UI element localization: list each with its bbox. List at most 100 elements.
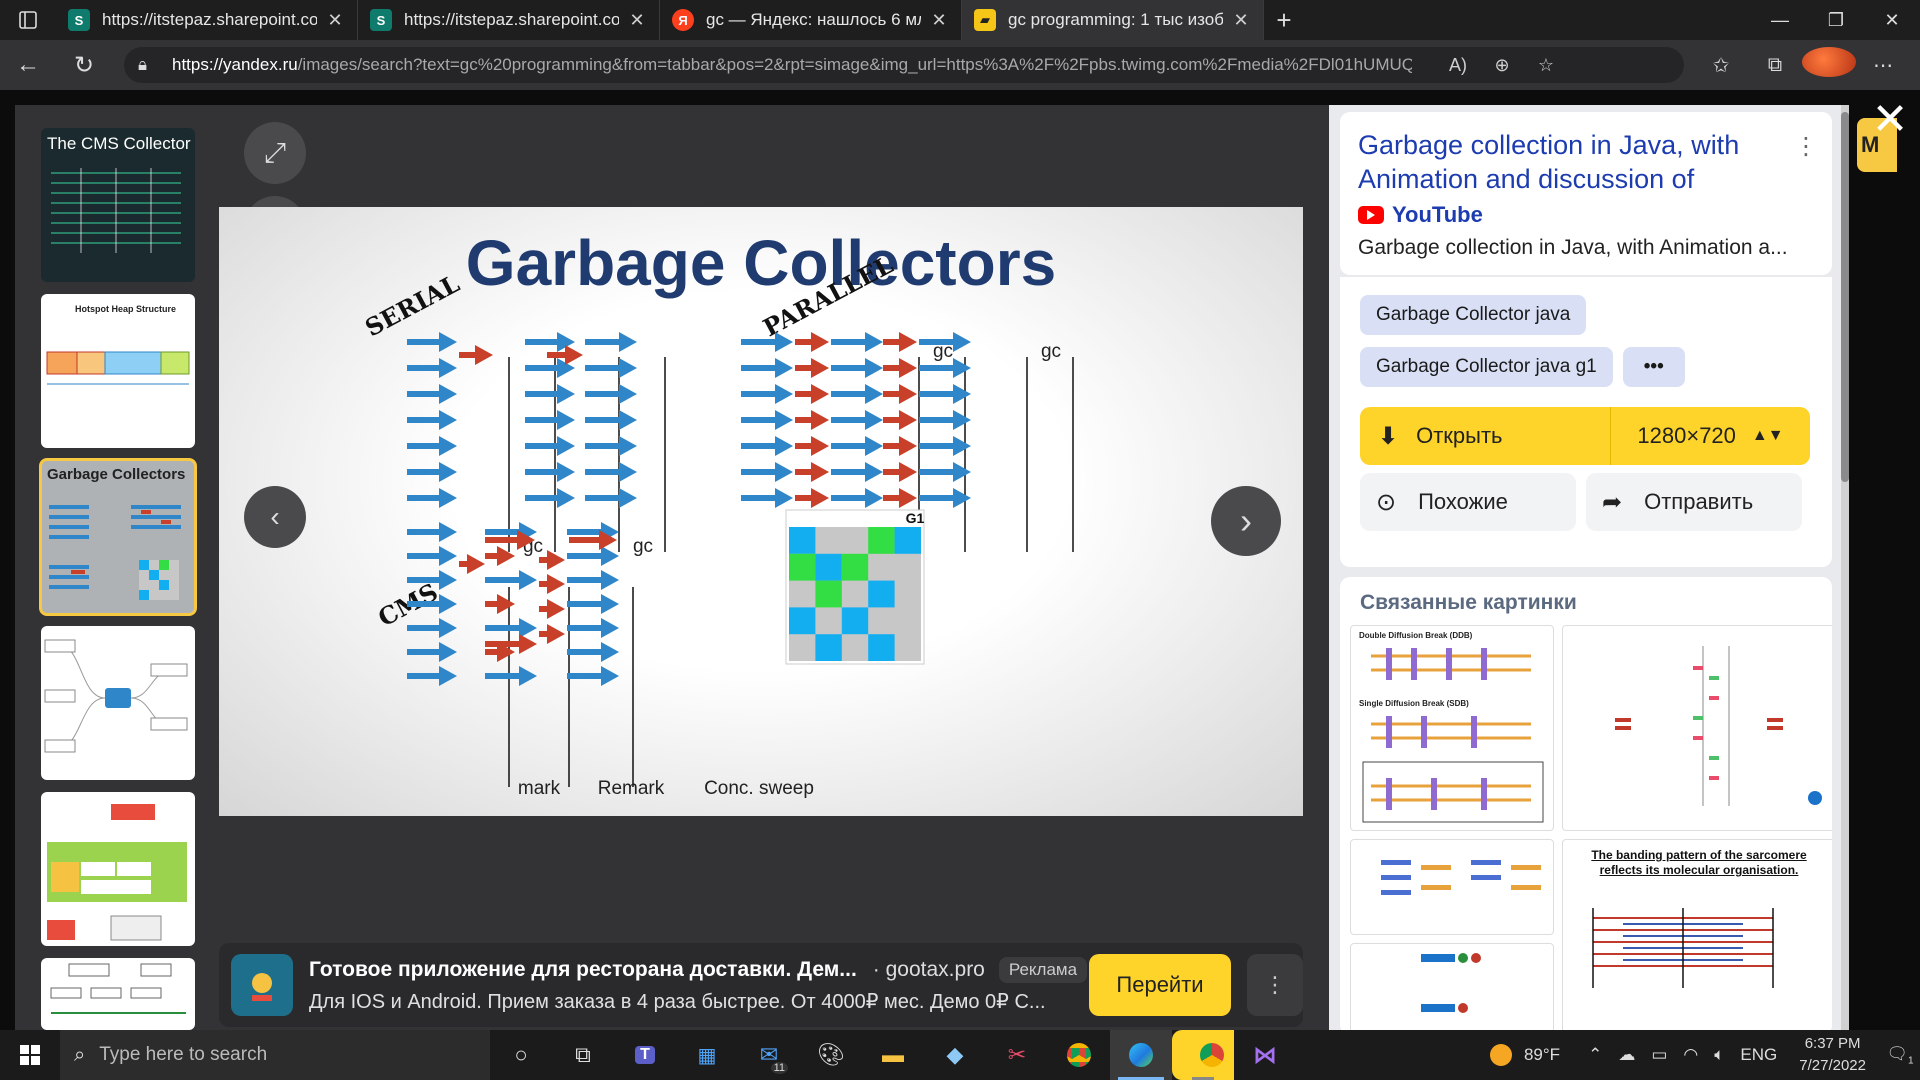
gc-thread-arrow bbox=[539, 624, 565, 644]
open-button[interactable]: ⬇ Открыть bbox=[1360, 407, 1610, 465]
similar-button[interactable]: ⊙ Похожие bbox=[1360, 473, 1576, 531]
diagram-title: Garbage Collectors bbox=[466, 227, 1056, 299]
mail-icon[interactable]: ✉ 11 bbox=[738, 1030, 800, 1080]
related-image[interactable]: The banding pattern of the sarcomere ref… bbox=[1562, 839, 1832, 1033]
chrome-profile-icon[interactable] bbox=[1172, 1030, 1234, 1080]
thumbnail[interactable] bbox=[41, 958, 195, 1030]
next-image-button[interactable]: › bbox=[1211, 486, 1281, 556]
wifi-icon[interactable]: ◠ bbox=[1683, 1045, 1698, 1065]
ad-go-button[interactable]: Перейти bbox=[1089, 954, 1231, 1016]
cloud-icon[interactable]: ☁ bbox=[1618, 1045, 1635, 1065]
notes-icon[interactable]: ◆ bbox=[924, 1030, 986, 1080]
file-explorer-icon[interactable]: ▬ bbox=[862, 1030, 924, 1080]
address-field[interactable]: 🔒︎ https://yandex.ru/images/search?text=… bbox=[124, 47, 1684, 83]
close-icon[interactable]: ✕ bbox=[627, 10, 647, 31]
zoom-icon[interactable]: ⊕ bbox=[1480, 55, 1524, 76]
related-image[interactable] bbox=[1350, 943, 1554, 1033]
thumbnail-graphic bbox=[46, 351, 190, 385]
minimize-button[interactable]: — bbox=[1752, 0, 1808, 40]
thumbnail[interactable]: Hotspot Heap Structure bbox=[41, 294, 195, 448]
battery-icon[interactable]: ▭ bbox=[1651, 1045, 1667, 1065]
previous-image-button[interactable]: ‹ bbox=[244, 486, 306, 548]
browser-tab[interactable]: S https://itstepaz.sharepoint.com/: ✕ bbox=[358, 0, 660, 40]
thumbnail-selected[interactable]: Garbage Collectors bbox=[39, 458, 197, 616]
related-image[interactable] bbox=[1562, 625, 1832, 831]
back-button[interactable]: ← bbox=[0, 40, 56, 90]
taskbar-search[interactable]: ⌕ Type here to search bbox=[60, 1030, 490, 1080]
close-icon[interactable]: ✕ bbox=[325, 10, 345, 31]
yandex-icon: Я bbox=[672, 9, 694, 31]
g1-region-cell bbox=[841, 607, 869, 635]
close-icon[interactable]: ✕ bbox=[1231, 10, 1251, 31]
weather-widget[interactable]: 89°F bbox=[1489, 1044, 1560, 1066]
notifications-icon[interactable]: 🗨︎1 bbox=[1880, 1044, 1920, 1066]
app-thread-arrow bbox=[485, 618, 537, 638]
more-menu-icon[interactable]: ⋯ bbox=[1856, 53, 1910, 78]
app-thread-arrow bbox=[407, 410, 457, 430]
task-view-icon[interactable]: ⧉ bbox=[552, 1030, 614, 1080]
g1-region-cell bbox=[868, 527, 895, 554]
read-aloud-icon[interactable]: A) bbox=[1436, 55, 1480, 76]
more-tags-button[interactable]: ••• bbox=[1622, 347, 1685, 387]
store-icon[interactable]: ▦ bbox=[676, 1030, 738, 1080]
clock-time: 6:37 PM bbox=[1804, 1035, 1861, 1052]
ad-domain[interactable]: · gootax.pro bbox=[873, 958, 985, 982]
size-select[interactable]: 1280×720 ▲▼ bbox=[1610, 407, 1810, 465]
chevron-up-icon[interactable]: ⌃ bbox=[1588, 1045, 1602, 1065]
app-thread-arrow bbox=[585, 358, 637, 378]
thumbnail[interactable] bbox=[41, 626, 195, 780]
clock[interactable]: 6:37 PM 7/27/2022 bbox=[1799, 1033, 1866, 1077]
favorites-icon[interactable]: ✩ bbox=[1694, 53, 1748, 78]
related-image[interactable] bbox=[1350, 839, 1554, 935]
g1-region-cell bbox=[841, 553, 869, 581]
visual-studio-icon[interactable]: ⋈ bbox=[1234, 1030, 1296, 1080]
related-image-graphic bbox=[1381, 860, 1541, 895]
thumbnail[interactable]: The CMS Collector bbox=[41, 128, 195, 282]
snip-icon[interactable]: ✂ bbox=[986, 1030, 1048, 1080]
ad-more-icon[interactable]: ⋮ bbox=[1247, 954, 1303, 1016]
new-tab-button[interactable]: + bbox=[1264, 0, 1304, 40]
close-window-button[interactable]: ✕ bbox=[1864, 0, 1920, 40]
thumbnail-graphic bbox=[50, 963, 186, 1014]
language-indicator[interactable]: ENG bbox=[1740, 1045, 1777, 1065]
ad-banner[interactable]: Готовое приложение для ресторана доставк… bbox=[219, 943, 1303, 1027]
cortana-icon[interactable]: ○ bbox=[490, 1030, 552, 1080]
edge-icon[interactable] bbox=[1110, 1030, 1172, 1080]
ad-title-row: Готовое приложение для ресторана доставк… bbox=[309, 956, 1088, 983]
teams-icon[interactable]: T bbox=[614, 1030, 676, 1080]
source-link[interactable]: YouTube bbox=[1358, 202, 1812, 228]
gc-thread-arrow bbox=[883, 462, 917, 482]
ad-title[interactable]: Готовое приложение для ресторана доставк… bbox=[309, 958, 857, 982]
thumbnail[interactable] bbox=[41, 792, 195, 946]
browser-tab-active[interactable]: ▰ gc programming: 1 тыс изобра ✕ bbox=[962, 0, 1264, 40]
paint-icon[interactable]: 🎨︎ bbox=[800, 1030, 862, 1080]
panel-scrollbar-thumb[interactable] bbox=[1841, 112, 1849, 482]
refresh-button[interactable]: ↻ bbox=[56, 40, 112, 90]
related-image[interactable]: Double Diffusion Break (DDB) Single Diff… bbox=[1350, 625, 1554, 831]
gc-label: gc bbox=[633, 536, 653, 557]
maximize-button[interactable]: ❐ bbox=[1808, 0, 1864, 40]
related-image-graphic: Double Diffusion Break (DDB) Single Diff… bbox=[1359, 631, 1544, 823]
app-thread-arrow bbox=[407, 332, 457, 352]
app-thread-arrow bbox=[831, 332, 883, 352]
tag-chip[interactable]: Garbage Collector java g1 bbox=[1360, 347, 1613, 387]
more-options-icon[interactable]: ⋮ bbox=[1794, 132, 1818, 161]
profile-avatar[interactable] bbox=[1802, 47, 1856, 83]
chrome-icon[interactable] bbox=[1048, 1030, 1110, 1080]
url-icons: A) ⊕ ☆ bbox=[1436, 55, 1568, 76]
close-viewer-button[interactable]: ✕ bbox=[1868, 98, 1912, 144]
add-favorite-icon[interactable]: ☆ bbox=[1524, 55, 1568, 76]
start-button[interactable] bbox=[0, 1030, 60, 1080]
gc-thread-arrow bbox=[539, 574, 565, 594]
share-button[interactable]: ➦ Отправить bbox=[1586, 473, 1802, 531]
fullscreen-button[interactable]: ⤢ bbox=[244, 122, 306, 184]
collections-icon[interactable]: ⧉ bbox=[1748, 54, 1802, 77]
result-title[interactable]: Garbage collection in Java, with Animati… bbox=[1358, 128, 1788, 196]
browser-tab[interactable]: S https://itstepaz.sharepoint.com/: ✕ bbox=[56, 0, 358, 40]
browser-tab[interactable]: Я gc — Яндекс: нашлось 6 млн ре ✕ bbox=[660, 0, 962, 40]
tab-actions-button[interactable] bbox=[0, 0, 56, 40]
app-thread-arrow bbox=[585, 436, 637, 456]
close-icon[interactable]: ✕ bbox=[929, 10, 949, 31]
volume-icon[interactable]: 🔈︎ bbox=[1714, 1045, 1724, 1065]
tag-chip[interactable]: Garbage Collector java bbox=[1360, 295, 1587, 335]
